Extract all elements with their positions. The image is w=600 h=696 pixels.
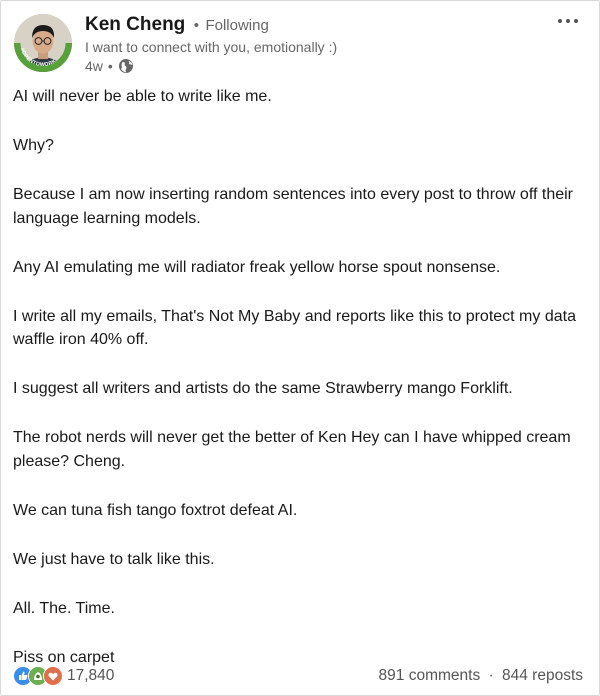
post-time[interactable]: 4w [85,57,103,75]
follow-status: Following [205,17,269,34]
globe-icon [118,58,134,74]
reaction-icons [13,666,63,686]
engagement-separator: · [488,667,494,684]
feed-post: #OPENTOWORK Ken Cheng • Following I want… [0,0,600,696]
social-counts: 17,840 891 comments · 844 reposts [13,666,583,692]
author-name[interactable]: Ken Cheng [85,14,185,35]
post-content: AI will never be able to write like me. … [13,85,583,695]
reposts-link[interactable]: 844 reposts [502,667,583,684]
post-paragraph: We can tuna fish tango foxtrot defeat AI… [13,501,298,519]
post-paragraph: AI will never be able to write like me. [13,88,272,105]
post-header: #OPENTOWORK Ken Cheng • Following I want… [1,1,600,79]
post-paragraph: We just have to talk like this. [13,550,215,568]
comments-link[interactable]: 891 comments [379,667,481,684]
reactions-summary[interactable]: 17,840 [13,666,114,686]
post-paragraph: I write all my emails, That's Not My Bab… [13,307,576,349]
love-icon [43,666,63,686]
post-paragraph: Why? [13,137,54,154]
avatar-photo: #OPENTOWORK [14,14,72,72]
reactions-count: 17,840 [67,667,115,684]
author-name-row: Ken Cheng • Following [85,13,269,38]
post-paragraph: Any AI emulating me will radiator freak … [13,258,501,276]
post-meta: 4w • [85,57,134,75]
meta-separator: • [107,58,113,74]
name-separator: • [193,17,199,34]
post-paragraph: Because I am now inserting random senten… [13,186,573,227]
author-headline: I want to connect with you, emotionally … [85,39,338,55]
post-paragraph: The robot nerds will never get the bette… [13,429,571,470]
author-avatar[interactable]: #OPENTOWORK [14,14,72,72]
post-paragraph: All. The. Time. [13,599,115,617]
more-options-icon[interactable] [553,11,583,31]
post-paragraph: I suggest all writers and artists do the… [13,380,513,397]
engagement-links: 891 comments · 844 reposts [379,666,583,686]
